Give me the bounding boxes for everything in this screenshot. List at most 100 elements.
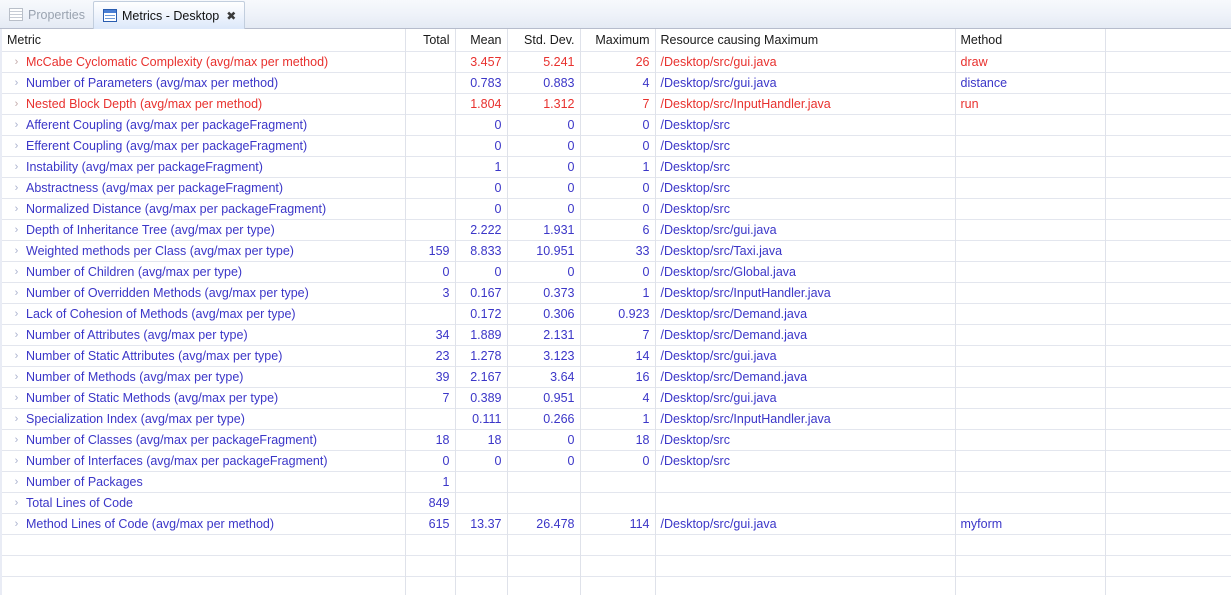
chevron-right-icon[interactable]: › [7, 77, 26, 89]
chevron-right-icon[interactable]: › [7, 518, 26, 530]
column-header-total[interactable]: Total [405, 29, 456, 52]
mean-cell: 0 [455, 177, 508, 199]
table-row[interactable]: › Depth of Inheritance Tree (avg/max per … [2, 219, 1231, 241]
std-dev-cell: 0 [507, 177, 581, 199]
table-row[interactable]: › Lack of Cohesion of Methods (avg/max pe… [2, 303, 1231, 325]
chevron-right-icon[interactable]: › [7, 497, 26, 509]
chevron-right-icon[interactable]: › [7, 287, 26, 299]
metric-name-cell[interactable]: › Number of Overridden Methods (avg/max p… [2, 282, 406, 304]
maximum-cell: 1 [580, 282, 656, 304]
table-row[interactable]: › Number of Static Methods (avg/max per t… [2, 387, 1231, 409]
chevron-right-icon[interactable]: › [7, 98, 26, 110]
table-row[interactable]: › Afferent Coupling (avg/max per packageF… [2, 114, 1231, 136]
table-row[interactable]: › Number of Overridden Methods (avg/max p… [2, 282, 1231, 304]
metric-name-cell[interactable]: › Lack of Cohesion of Methods (avg/max pe… [2, 303, 406, 325]
metric-name-cell[interactable]: › Efferent Coupling (avg/max per packageF… [2, 135, 406, 157]
resource-cell: /Desktop/src/gui.java [655, 219, 956, 241]
metric-name-cell[interactable]: › Number of Attributes (avg/max per type) [2, 324, 406, 346]
chevron-right-icon[interactable]: › [7, 56, 26, 68]
table-row[interactable]: › Number of Interfaces (avg/max per packa… [2, 450, 1231, 472]
tab-metrics-desktop-label: Metrics - Desktop [121, 8, 220, 23]
column-header-method[interactable]: Method [955, 29, 1106, 52]
table-row[interactable]: › Number of Children (avg/max per type) 0 0… [2, 261, 1231, 283]
metric-name-cell[interactable]: › McCabe Cyclomatic Complexity (avg/max p… [2, 51, 406, 73]
metric-name-cell[interactable]: › Depth of Inheritance Tree (avg/max per … [2, 219, 406, 241]
table-row[interactable] [2, 534, 1231, 556]
table-row[interactable]: › Nested Block Depth (avg/max per method)… [2, 93, 1231, 115]
column-header-metric[interactable]: Metric [2, 29, 406, 52]
metric-name-cell[interactable]: › Method Lines of Code (avg/max per metho… [2, 513, 406, 535]
chevron-right-icon[interactable]: › [7, 203, 26, 215]
table-row[interactable]: › Total Lines of Code 849 [2, 492, 1231, 514]
chevron-right-icon[interactable]: › [7, 392, 26, 404]
tab-metrics-desktop[interactable]: Metrics - Desktop ✖ [92, 1, 246, 29]
metric-name-cell[interactable]: › Number of Methods (avg/max per type) [2, 366, 406, 388]
chevron-right-icon[interactable]: › [7, 413, 26, 425]
total-cell [405, 219, 456, 241]
metric-name-cell[interactable]: › Specialization Index (avg/max per type) [2, 408, 406, 430]
table-row[interactable]: › Instability (avg/max per packageFragmen… [2, 156, 1231, 178]
metric-name-cell[interactable]: › Number of Parameters (avg/max per metho… [2, 72, 406, 94]
table-row[interactable]: › Number of Parameters (avg/max per metho… [2, 72, 1231, 94]
metric-name-cell[interactable]: › Instability (avg/max per packageFragmen… [2, 156, 406, 178]
resource-cell: /Desktop/src/Demand.java [655, 324, 956, 346]
metric-name-cell[interactable]: › Afferent Coupling (avg/max per packageF… [2, 114, 406, 136]
chevron-right-icon[interactable]: › [7, 476, 26, 488]
maximum-cell: 1 [580, 408, 656, 430]
column-header-std-dev[interactable]: Std. Dev. [507, 29, 581, 52]
metric-name-cell[interactable]: › Weighted methods per Class (avg/max per… [2, 240, 406, 262]
table-row[interactable]: › Weighted methods per Class (avg/max per… [2, 240, 1231, 262]
metric-name-cell[interactable]: › Number of Classes (avg/max per packageF… [2, 429, 406, 451]
total-cell [405, 156, 456, 178]
maximum-cell: 0 [580, 177, 656, 199]
table-row[interactable]: › Normalized Distance (avg/max per packag… [2, 198, 1231, 220]
chevron-right-icon[interactable]: › [7, 455, 26, 467]
table-row[interactable]: › Method Lines of Code (avg/max per metho… [2, 513, 1231, 535]
chevron-right-icon[interactable]: › [7, 161, 26, 173]
table-row[interactable]: › Number of Attributes (avg/max per type)… [2, 324, 1231, 346]
metric-name-cell[interactable]: › Number of Interfaces (avg/max per packa… [2, 450, 406, 472]
table-row[interactable]: › Efferent Coupling (avg/max per packageF… [2, 135, 1231, 157]
column-header-mean[interactable]: Mean [455, 29, 508, 52]
chevron-right-icon[interactable]: › [7, 119, 26, 131]
metric-name-cell[interactable] [2, 555, 406, 577]
chevron-right-icon[interactable]: › [7, 371, 26, 383]
metric-name-cell[interactable]: › Abstractness (avg/max per packageFragme… [2, 177, 406, 199]
metric-name-cell[interactable] [2, 534, 406, 556]
metric-name-cell[interactable]: › Number of Static Methods (avg/max per t… [2, 387, 406, 409]
chevron-right-icon[interactable]: › [7, 308, 26, 320]
column-header-maximum[interactable]: Maximum [580, 29, 656, 52]
metric-name-cell[interactable]: › Total Lines of Code [2, 492, 406, 514]
std-dev-cell: 3.123 [507, 345, 581, 367]
chevron-right-icon[interactable]: › [7, 224, 26, 236]
metric-name-cell[interactable]: › Number of Static Attributes (avg/max pe… [2, 345, 406, 367]
column-header-resource[interactable]: Resource causing Maximum [655, 29, 956, 52]
metric-name-cell[interactable]: › Number of Packages [2, 471, 406, 493]
chevron-right-icon[interactable]: › [7, 266, 26, 278]
resource-cell: /Desktop/src/InputHandler.java [655, 93, 956, 115]
close-icon[interactable]: ✖ [226, 10, 236, 22]
metric-name-cell[interactable]: › Nested Block Depth (avg/max per method) [2, 93, 406, 115]
table-row[interactable]: › Number of Methods (avg/max per type) 39 2… [2, 366, 1231, 388]
chevron-right-icon[interactable]: › [7, 434, 26, 446]
method-cell [955, 261, 1106, 283]
table-row[interactable] [2, 576, 1231, 595]
table-row[interactable] [2, 555, 1231, 577]
table-row[interactable]: › Specialization Index (avg/max per type)… [2, 408, 1231, 430]
table-row[interactable]: › Number of Classes (avg/max per packageF… [2, 429, 1231, 451]
chevron-right-icon[interactable]: › [7, 245, 26, 257]
chevron-right-icon[interactable]: › [7, 350, 26, 362]
chevron-right-icon[interactable]: › [7, 140, 26, 152]
chevron-right-icon[interactable]: › [7, 329, 26, 341]
tab-properties[interactable]: Properties [0, 1, 93, 28]
metric-name-cell[interactable]: › Normalized Distance (avg/max per packag… [2, 198, 406, 220]
table-row[interactable]: › Abstractness (avg/max per packageFragme… [2, 177, 1231, 199]
table-row[interactable]: › Number of Static Attributes (avg/max pe… [2, 345, 1231, 367]
table-row[interactable]: › Number of Packages 1 [2, 471, 1231, 493]
table-row[interactable]: › McCabe Cyclomatic Complexity (avg/max p… [2, 51, 1231, 73]
metric-name-cell[interactable] [2, 576, 406, 595]
metric-name-cell[interactable]: › Number of Children (avg/max per type) [2, 261, 406, 283]
method-cell [955, 219, 1106, 241]
chevron-right-icon[interactable]: › [7, 182, 26, 194]
tab-properties-label: Properties [28, 7, 85, 22]
